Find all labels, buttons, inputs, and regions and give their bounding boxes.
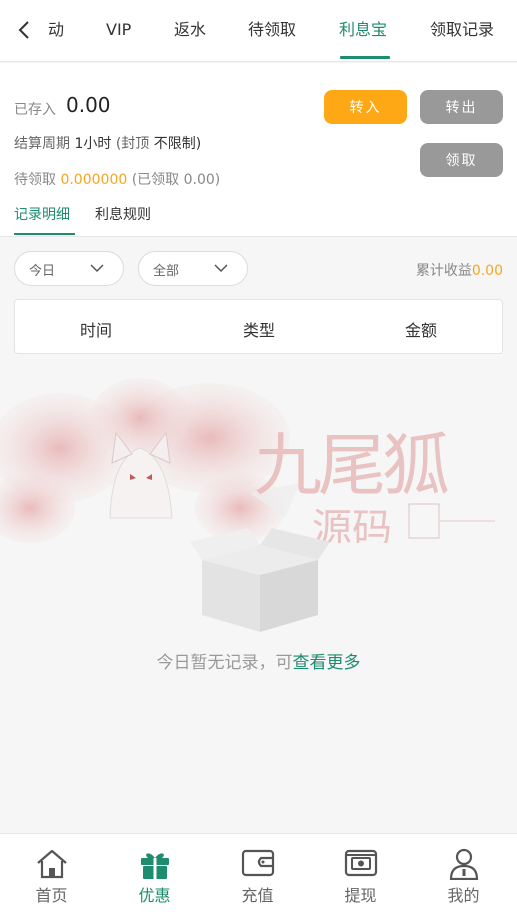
view-more-link[interactable]: 查看更多	[293, 653, 361, 673]
claim-button[interactable]: 领取	[420, 143, 503, 177]
empty-state-message: 今日暂无记录，可查看更多	[0, 648, 517, 673]
transfer-in-button[interactable]: 转入	[324, 90, 407, 124]
watermark-title: 九尾狐	[254, 427, 450, 506]
pending-value: 0.000000	[60, 172, 128, 188]
watermark-logo: 九尾狐 源码	[0, 378, 517, 543]
total-earnings: 累计收益0.00	[416, 260, 503, 280]
nav-profile[interactable]: 我的	[412, 834, 515, 919]
total-earnings-label: 累计收益	[415, 263, 472, 279]
tab-activity[interactable]: 动	[48, 0, 64, 62]
gift-icon	[140, 853, 169, 879]
bottom-navigation: 首页 优惠 充值 提现 我的	[0, 833, 517, 919]
nav-profile-label: 我的	[447, 886, 480, 905]
type-filter-select[interactable]: 全部	[138, 251, 248, 286]
cap-value: 不限制)	[153, 136, 202, 152]
transfer-out-button[interactable]: 转出	[420, 90, 503, 124]
nav-withdraw[interactable]: 提现	[309, 834, 412, 919]
empty-state-text: 今日暂无记录，可	[156, 653, 293, 673]
total-earnings-value: 0.00	[471, 263, 503, 279]
deposited-label: 已存入	[14, 102, 56, 118]
pending-row: 待领取 0.000000 (已领取 0.00)	[14, 169, 220, 189]
wallet-icon	[241, 849, 274, 877]
nav-deposit[interactable]: 充值	[206, 834, 309, 919]
active-subtab-indicator	[14, 233, 75, 235]
settlement-period: 结算周期 1小时 (封顶 不限制)	[14, 133, 201, 153]
tab-vip[interactable]: VIP	[106, 0, 131, 62]
deposited-value: 0.00	[66, 93, 111, 117]
date-filter-value: 今日	[29, 264, 56, 279]
chevron-down-icon	[214, 264, 228, 273]
nav-promotions[interactable]: 优惠	[103, 834, 206, 919]
date-filter-select[interactable]: 今日	[14, 251, 124, 286]
type-filter-value: 全部	[153, 264, 180, 279]
tab-rebate[interactable]: 返水	[174, 0, 206, 62]
column-header-time: 时间	[79, 321, 112, 340]
tab-pending[interactable]: 待领取	[248, 0, 296, 62]
tab-claim-records[interactable]: 领取记录	[430, 0, 494, 62]
nav-deposit-label: 充值	[241, 886, 274, 905]
subtab-record-details[interactable]: 记录明细	[14, 204, 70, 224]
empty-box-icon	[190, 528, 330, 632]
column-header-type: 类型	[242, 321, 275, 340]
pending-label: 待领取	[14, 172, 56, 188]
back-button[interactable]	[10, 14, 38, 46]
nav-withdraw-label: 提现	[344, 886, 377, 905]
nav-home-label: 首页	[35, 886, 68, 905]
user-icon	[449, 848, 478, 880]
period-label: 结算周期	[14, 136, 70, 152]
nav-home[interactable]: 首页	[0, 834, 103, 919]
records-table-header: 时间 类型 金额	[14, 299, 503, 354]
claimed-text: (已领取 0.00)	[131, 172, 221, 188]
home-icon	[36, 849, 67, 879]
top-tab-bar: 动 VIP 返水 待领取 利息宝 领取记录	[0, 0, 517, 62]
interest-summary-card: 已存入 0.00 结算周期 1小时 (封顶 不限制) 待领取 0.000000 …	[0, 63, 517, 237]
active-tab-indicator	[340, 56, 390, 59]
chevron-left-icon	[18, 21, 29, 39]
tab-interest[interactable]: 利息宝	[339, 0, 387, 62]
nav-promotions-label: 优惠	[138, 886, 171, 905]
chevron-down-icon	[90, 264, 104, 273]
tab-list: 动 VIP 返水 待领取 利息宝 领取记录	[44, 0, 517, 62]
cap-label: (封顶	[115, 136, 150, 152]
period-value: 1小时	[74, 136, 112, 152]
withdraw-icon	[344, 849, 377, 877]
column-header-amount: 金额	[404, 321, 437, 340]
subtab-interest-rules[interactable]: 利息规则	[95, 204, 151, 224]
